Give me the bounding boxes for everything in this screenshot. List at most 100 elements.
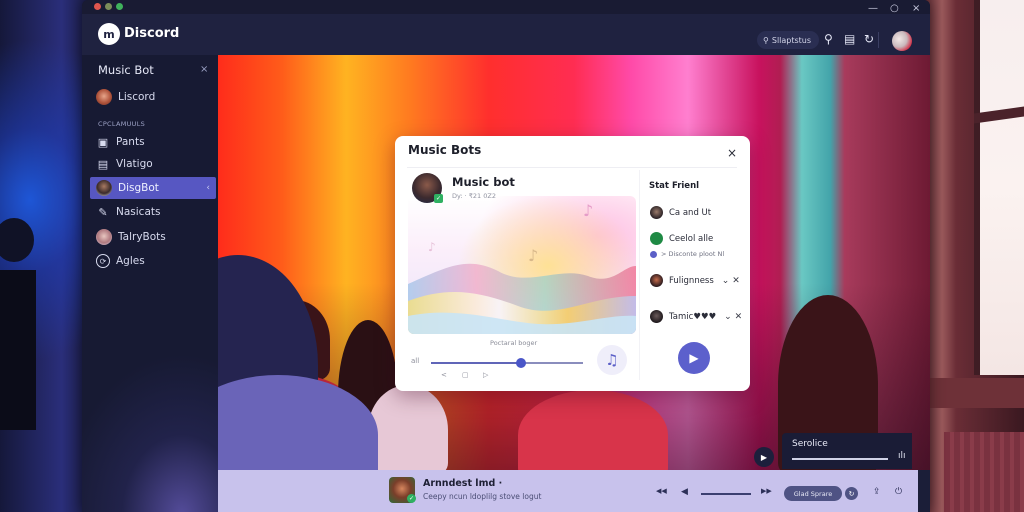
sidebar-item-label: DisgBot: [118, 182, 159, 194]
screen-icon: ▤: [97, 157, 109, 171]
search-icon[interactable]: ⚲: [824, 32, 833, 46]
previous-icon[interactable]: <: [441, 371, 447, 379]
share-icon[interactable]: ⇪: [873, 487, 881, 497]
avatar: [96, 180, 112, 196]
status-dot-icon: [650, 250, 657, 258]
friend-name: Ceelol alle: [669, 233, 714, 244]
avatar: [650, 310, 663, 323]
rewind-icon[interactable]: ◀◀: [656, 487, 667, 495]
sync-icon: ↻: [848, 489, 855, 498]
friend-item[interactable]: Fulignness ⌄ ✕: [650, 274, 740, 287]
music-note-icon: ♪: [428, 240, 436, 254]
sidebar-item-label: Agles: [116, 255, 145, 267]
music-note-icon: ♪: [583, 201, 594, 220]
mini-progress-bar[interactable]: [792, 458, 888, 460]
track-label: Poctaral boger: [490, 339, 538, 347]
next-icon[interactable]: ▷: [483, 371, 488, 379]
sidebar-item-pants[interactable]: ▣ Pants: [90, 131, 216, 153]
app-window: — ○ × m Discord ⚲ Sllaptstus ⚲ ▤ ↻ Music…: [82, 0, 930, 512]
friends-title: Stat Frienl: [649, 181, 700, 191]
sidebar-item-label: Nasicats: [116, 206, 161, 218]
refresh-icon[interactable]: ↻: [864, 32, 874, 46]
person-silhouette: [518, 390, 668, 470]
compass-icon: ⟳: [96, 254, 110, 268]
close-button[interactable]: ×: [912, 4, 920, 14]
sidebar-close-icon[interactable]: ×: [200, 64, 208, 75]
mini-player: Serolice ılı: [782, 433, 912, 469]
action-pill-label: Glad Sprare: [793, 489, 833, 498]
progress-slider[interactable]: [431, 358, 583, 368]
image-icon: ▣: [97, 135, 109, 149]
mini-play-button[interactable]: ▶: [754, 447, 774, 467]
logo-glyph: m: [103, 27, 115, 41]
search-pill[interactable]: ⚲ Sllaptstus: [757, 31, 819, 49]
music-note-icon: ♫: [605, 351, 619, 369]
music-note-button[interactable]: ♫: [597, 345, 627, 375]
modal-divider: [407, 167, 737, 168]
modal-title: Music Bots: [408, 143, 482, 157]
minimize-button[interactable]: —: [868, 4, 878, 14]
pencil-icon: ✎: [98, 205, 108, 219]
sidebar-item-vlatigo[interactable]: ▤ Vlatigo: [90, 153, 216, 175]
friend-actions[interactable]: ⌄ ✕: [722, 276, 740, 286]
sidebar-item-label: Liscord: [118, 91, 156, 103]
avatar: [650, 232, 663, 245]
friend-item[interactable]: Ceelol alle: [650, 232, 713, 245]
volume-icon[interactable]: ◀: [681, 487, 688, 497]
sidebar-item-talrybots[interactable]: TalryBots: [90, 226, 216, 248]
friend-name: Fulignness: [669, 275, 714, 286]
speaker: [0, 270, 36, 430]
play-button[interactable]: ▶: [678, 342, 710, 374]
progress-fill: [431, 362, 521, 364]
action-pill-button[interactable]: Glad Sprare: [784, 486, 842, 501]
mini-player-title: Serolice: [792, 439, 828, 449]
close-icon[interactable]: ×: [727, 146, 737, 160]
avatar: [650, 274, 663, 287]
sidebar-item-nasicats[interactable]: ✎ Nasicats: [90, 201, 216, 223]
friend-item[interactable]: Ca and Ut: [650, 206, 711, 219]
maximize-button[interactable]: ○: [890, 4, 899, 14]
progress-knob[interactable]: [515, 358, 526, 368]
bot-name: Music bot: [452, 175, 515, 189]
sync-button[interactable]: ↻: [845, 487, 858, 500]
sidebar: Music Bot × Liscord CPCLAMUULS ▣ Pants ▤…: [82, 55, 218, 512]
discord-logo-icon: m: [98, 23, 120, 45]
chevron-left-icon[interactable]: ‹: [206, 183, 210, 193]
verified-badge-icon: ✓: [434, 194, 443, 203]
forward-icon[interactable]: ▶▶: [761, 487, 772, 495]
music-note-icon: ♪: [528, 246, 539, 265]
sidebar-item-label: Vlatigo: [116, 158, 153, 170]
room-window: [974, 0, 1024, 375]
avatar: [650, 206, 663, 219]
sidebar-item-label: TalryBots: [118, 231, 166, 243]
now-playing-bar: ✓ Arnndest lmd · Ceepy ncun ldoplilg sto…: [218, 470, 918, 512]
stop-icon[interactable]: ▢: [462, 371, 469, 379]
header-divider: [878, 32, 879, 48]
sidebar-backdrop: [82, 315, 218, 512]
sidebar-item-disgbot[interactable]: DisgBot ‹: [90, 177, 216, 199]
equalizer-icon[interactable]: ılı: [898, 451, 906, 461]
friend-item[interactable]: Tamic♥♥♥ ⌄ ✕: [650, 310, 742, 323]
titlebar: — ○ ×: [82, 0, 930, 14]
volume-label: all: [411, 357, 420, 365]
search-pill-label: Sllaptstus: [771, 35, 812, 45]
avatar: [96, 89, 112, 105]
inbox-icon[interactable]: ▤: [844, 32, 855, 46]
search-icon: ⚲: [763, 35, 769, 45]
sidebar-item-liscord[interactable]: Liscord: [90, 86, 216, 108]
user-avatar[interactable]: [892, 31, 912, 51]
app-header: m Discord ⚲ Sllaptstus ⚲ ▤ ↻: [82, 14, 930, 55]
sidebar-title: Music Bot: [98, 63, 154, 77]
power-icon[interactable]: ⏻: [895, 487, 902, 497]
bot-subtitle: Dy: · ₹21 0Z2: [452, 192, 496, 200]
music-visualizer: ♪ ♪ ♪: [408, 196, 636, 334]
close-window-dot[interactable]: [94, 3, 101, 10]
zoom-window-dot[interactable]: [116, 3, 123, 10]
volume-slider[interactable]: [701, 493, 751, 495]
sidebar-item-agles[interactable]: ⟳ Agles: [90, 250, 216, 272]
friend-actions[interactable]: ⌄ ✕: [724, 312, 742, 322]
radiator: [944, 432, 1024, 512]
track-subtitle: Ceepy ncun ldoplilg stove logut: [423, 492, 542, 501]
minimize-window-dot[interactable]: [105, 3, 112, 10]
friend-name: Ca and Ut: [669, 207, 712, 218]
